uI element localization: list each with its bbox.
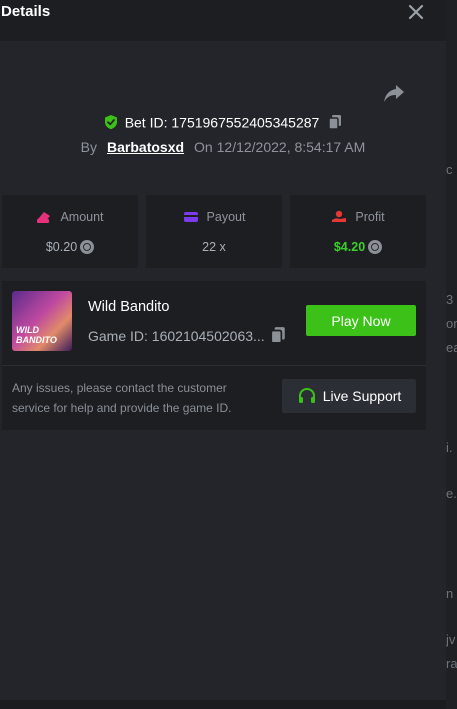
divider: [2, 365, 426, 366]
profit-value: $4.20: [333, 240, 366, 254]
game-id-text: Game ID: 1602104502063...: [88, 328, 265, 344]
background-text: c: [446, 162, 453, 177]
close-icon[interactable]: [404, 0, 428, 24]
profit-label: Profit: [355, 210, 385, 224]
coin-icon: [80, 240, 95, 254]
background-page: c 3 or ea i. e. n jv ra: [446, 0, 457, 709]
payout-value: 22 x: [202, 240, 226, 254]
card-icon: [183, 212, 198, 222]
copy-icon[interactable]: [327, 114, 343, 131]
panel-header: Details: [0, 0, 446, 41]
background-text: jv: [446, 632, 456, 647]
payout-label: Payout: [206, 210, 246, 224]
bottom-strip: [0, 700, 446, 709]
bet-datetime: 12/12/2022, 8:54:17 AM: [216, 139, 366, 155]
background-text: 3: [446, 292, 454, 307]
hand-coin-icon: [332, 210, 347, 222]
bet-id: Bet ID: 1751967552405345287: [124, 114, 320, 131]
stats-row: Amount $0.20 Payout 22 x Profit $4.20: [2, 195, 426, 268]
bet-id-row: Bet ID: 1751967552405345287: [0, 113, 446, 133]
background-text: or: [446, 316, 457, 331]
copy-icon[interactable]: [269, 326, 287, 344]
game-thumbnail[interactable]: WILD BANDITO: [12, 291, 72, 351]
thumbnail-text: WILD BANDITO: [16, 325, 57, 345]
bet-meta-row: By Barbatosxd On 12/12/2022, 8:54:17 AM: [0, 139, 446, 155]
username-link[interactable]: Barbatosxd: [107, 139, 184, 155]
background-text: e.: [446, 486, 457, 501]
background-text: n: [446, 586, 454, 601]
game-name: Wild Bandito: [88, 299, 170, 315]
money-bill-icon: [37, 212, 51, 223]
on-label: On: [194, 139, 213, 155]
live-support-button[interactable]: Live Support: [282, 379, 416, 413]
game-card: WILD BANDITO Wild Bandito Game ID: 16021…: [2, 281, 426, 430]
play-now-button[interactable]: Play Now: [306, 305, 416, 336]
shield-check-icon: [103, 114, 119, 130]
share-icon[interactable]: [382, 82, 406, 104]
amount-label: Amount: [60, 210, 104, 224]
coin-icon: [368, 240, 383, 254]
by-label: By: [80, 139, 98, 155]
background-text: ra: [446, 656, 457, 671]
stat-payout: Payout 22 x: [146, 195, 282, 268]
background-text: ea: [446, 340, 457, 355]
live-support-label: Live Support: [322, 388, 402, 404]
background-text: i.: [446, 440, 453, 455]
headset-icon: [298, 387, 315, 403]
support-notice: Any issues, please contact the customer …: [12, 381, 232, 415]
details-panel: Details Bet ID: 1751967552405345287 By Ba…: [0, 0, 446, 700]
stat-profit: Profit $4.20: [290, 195, 426, 268]
amount-value: $0.20: [45, 240, 78, 254]
panel-title: Details: [1, 3, 51, 20]
game-id: Game ID: 1602104502063...: [88, 326, 287, 344]
stat-amount: Amount $0.20: [2, 195, 138, 268]
